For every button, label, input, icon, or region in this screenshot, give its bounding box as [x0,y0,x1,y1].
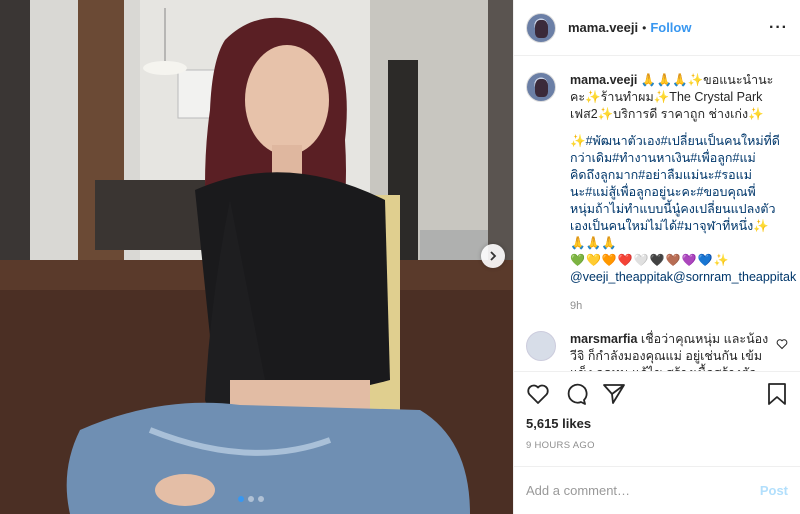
caption-username[interactable]: mama.veeji [570,73,637,87]
comment-input[interactable] [526,483,760,498]
comment-item: marsmarfia เชื่อว่าคุณหนุ่ม และน้องวีจิ … [526,331,788,371]
add-comment-bar: Post [514,466,800,514]
comment-icon[interactable] [564,382,588,406]
caption-mentions[interactable]: @veeji_theappitak@sornram_theappitak [570,269,796,286]
post-sidebar: mama.veeji • Follow ··· mama.veeji 🙏🙏🙏✨ข… [513,0,800,514]
comment-text-block: marsmarfia เชื่อว่าคุณหนุ่ม และน้องวีจิ … [570,331,780,371]
chevron-right-icon [490,251,497,261]
caption-time[interactable]: 9h [570,298,780,315]
header-separator: • [642,20,647,35]
commenter-avatar[interactable] [526,331,556,361]
carousel-dot-3 [258,496,264,502]
likes-count[interactable]: 5,615 likes [514,416,800,434]
post-header: mama.veeji • Follow ··· [514,0,800,56]
carousel-dot-1 [238,496,244,502]
action-bar [514,372,800,416]
follow-button[interactable]: Follow [650,20,691,35]
caption-text: mama.veeji 🙏🙏🙏✨ขอแนะนำนะคะ✨ร้านทำผม✨The … [570,72,796,331]
post-comment-button[interactable]: Post [760,483,788,498]
comment-like-icon[interactable] [776,337,788,353]
like-icon[interactable] [526,382,550,406]
carousel-dot-2 [248,496,254,502]
instagram-post: mama.veeji • Follow ··· mama.veeji 🙏🙏🙏✨ข… [0,0,800,514]
caption-hearts: 💚💛🧡❤️🤍🖤🤎💜💙✨ [570,253,730,267]
carousel-next-button[interactable] [481,244,505,268]
share-icon[interactable] [602,382,626,406]
author-avatar[interactable] [526,12,556,43]
carousel-indicator [238,496,264,502]
bookmark-icon[interactable] [766,382,788,406]
photo-of-woman [0,0,513,514]
more-options-icon[interactable]: ··· [769,19,788,37]
post-image[interactable] [0,0,513,514]
caption-hashtags[interactable]: ✨#พัฒนาตัวเอง#เปลี่ยนเป็นคนใหม่ที่ดีกว่า… [570,133,780,252]
post-timestamp[interactable]: 9 HOURS AGO [514,434,800,458]
comments-section[interactable]: mama.veeji 🙏🙏🙏✨ขอแนะนำนะคะ✨ร้านทำผม✨The … [514,56,800,372]
commenter-username[interactable]: marsmarfia [570,332,637,346]
author-username[interactable]: mama.veeji [568,20,638,35]
caption-avatar[interactable] [526,72,556,102]
caption: mama.veeji 🙏🙏🙏✨ขอแนะนำนะคะ✨ร้านทำผม✨The … [526,72,796,331]
